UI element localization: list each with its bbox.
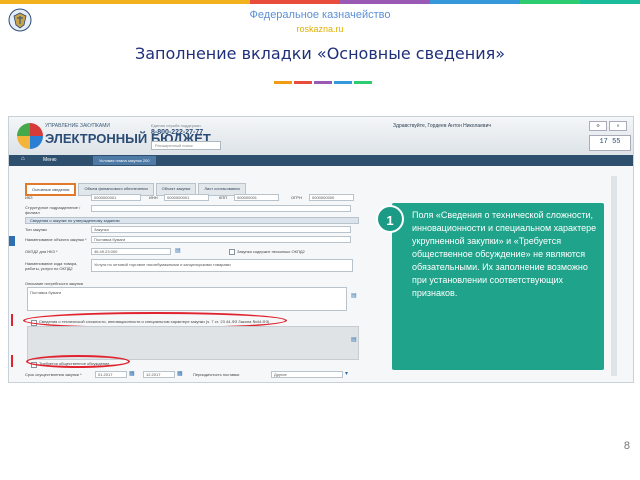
help-label: Единая служба поддержки [151,123,201,128]
kpp-label: КПП [219,195,228,200]
accent-segment [314,81,332,84]
strip-segment [0,0,250,4]
type-label: Тип закупки [25,227,47,232]
type-select[interactable]: Закупка [91,226,351,233]
chevron-down-icon[interactable]: ▾ [345,370,348,377]
title-accent-bar [274,81,372,84]
callout-box: 1 Поля «Сведения о технической сложности… [376,203,604,370]
budget-logo-icon [17,123,43,149]
okpd-multiple-checkbox[interactable] [229,249,235,255]
term-to-field[interactable]: 12.2017 [143,371,175,378]
ogrn-field[interactable]: 0000000000 [309,194,354,201]
search-input[interactable]: Расширенный поиск [151,141,221,150]
user-greeting: Здравствуйте, Гордеев Антон Николаевич [393,123,491,129]
header-site: roskazna.ru [296,24,344,34]
unit-field[interactable] [91,205,351,212]
page-number: 8 [623,440,630,452]
need-textarea[interactable]: Поставка бумаги [27,287,347,311]
calendar-icon[interactable]: ▦ [177,370,183,377]
exit-button[interactable]: ✕ [609,121,627,131]
top-color-strip [0,0,640,4]
accent-segment [334,81,352,84]
complexity-edit-icon[interactable]: ▤ [351,336,357,343]
settings-button[interactable]: ⚙ [589,121,607,131]
unit-label: Структурное подразделение / филиал [25,205,81,215]
ikz-field[interactable]: 0000000001 [91,194,141,201]
object-label: Наименование объекта закупки * [25,237,87,242]
ikz-label: ИКЗ [25,195,33,200]
accent-segment [274,81,292,84]
strip-segment [580,0,640,4]
strip-segment [340,0,430,4]
clock: 17 55 [589,135,631,151]
inn-label: ИНН [149,195,158,200]
term-label: Срок осуществления закупки * [25,372,82,377]
calendar-icon[interactable]: ▦ [129,370,135,377]
inn-field[interactable]: 0000000001 [164,194,209,201]
term-from-field[interactable]: 01.2017 [95,371,127,378]
accent-segment [354,81,372,84]
highlight-marker [11,314,13,326]
callout-number-badge: 1 [376,205,404,233]
header-title: Федеральное казначейство [249,9,391,21]
callout-text: Поля «Сведения о технической сложности, … [412,210,597,298]
app-header: УПРАВЛЕНИЕ ЗАКУПКАМИ ЭЛЕКТРОННЫЙ БЮДЖЕТ … [9,117,633,156]
okpd-name-label: Наименование кода товара, работы, услуги… [25,261,78,271]
strip-segment [430,0,520,4]
accent-segment [294,81,312,84]
strip-segment [520,0,580,4]
okpd-multiple-label: Закупка содержит несколько ОКПД2 [237,249,305,254]
app-navbar: ⌂ Меню Условия плана закупок 200 [9,155,633,166]
okpd-lookup-icon[interactable]: ▤ [175,247,181,254]
okpd-name-field: Услуги по оптовой торговле писчебумажным… [91,259,353,272]
discussion-highlight [26,355,130,368]
side-panel-toggle[interactable] [9,236,15,246]
okpd-label: ОКПД2 для НКЗ * [25,249,58,254]
section-header[interactable]: Сведения о закупке по утвержденному зада… [25,217,359,224]
brand-subtitle: УПРАВЛЕНИЕ ЗАКУПКАМИ [45,123,111,129]
object-field[interactable]: Поставка бумаги [91,236,351,243]
ogrn-label: ОГРН [291,195,302,200]
highlight-marker [11,355,13,367]
need-label: Описание потребности закупки [25,281,83,286]
period-select[interactable]: Другое [271,371,343,378]
home-icon[interactable]: ⌂ [21,156,25,162]
kpp-field[interactable]: 000000001 [234,194,279,201]
document-tab[interactable]: Условия плана закупок 200 [93,156,156,165]
need-edit-icon[interactable]: ▤ [351,292,357,299]
form-scrollbar[interactable] [611,176,617,376]
help-phone: 8-800-222-27-77 [151,129,204,136]
slide-title: Заполнение вкладки «Основные сведения» [134,44,506,63]
period-label: Периодичность поставки [193,372,240,377]
menu-button[interactable]: Меню [43,156,57,165]
strip-segment [250,0,340,4]
okpd-field[interactable]: 46.49.23.000 [91,248,171,255]
